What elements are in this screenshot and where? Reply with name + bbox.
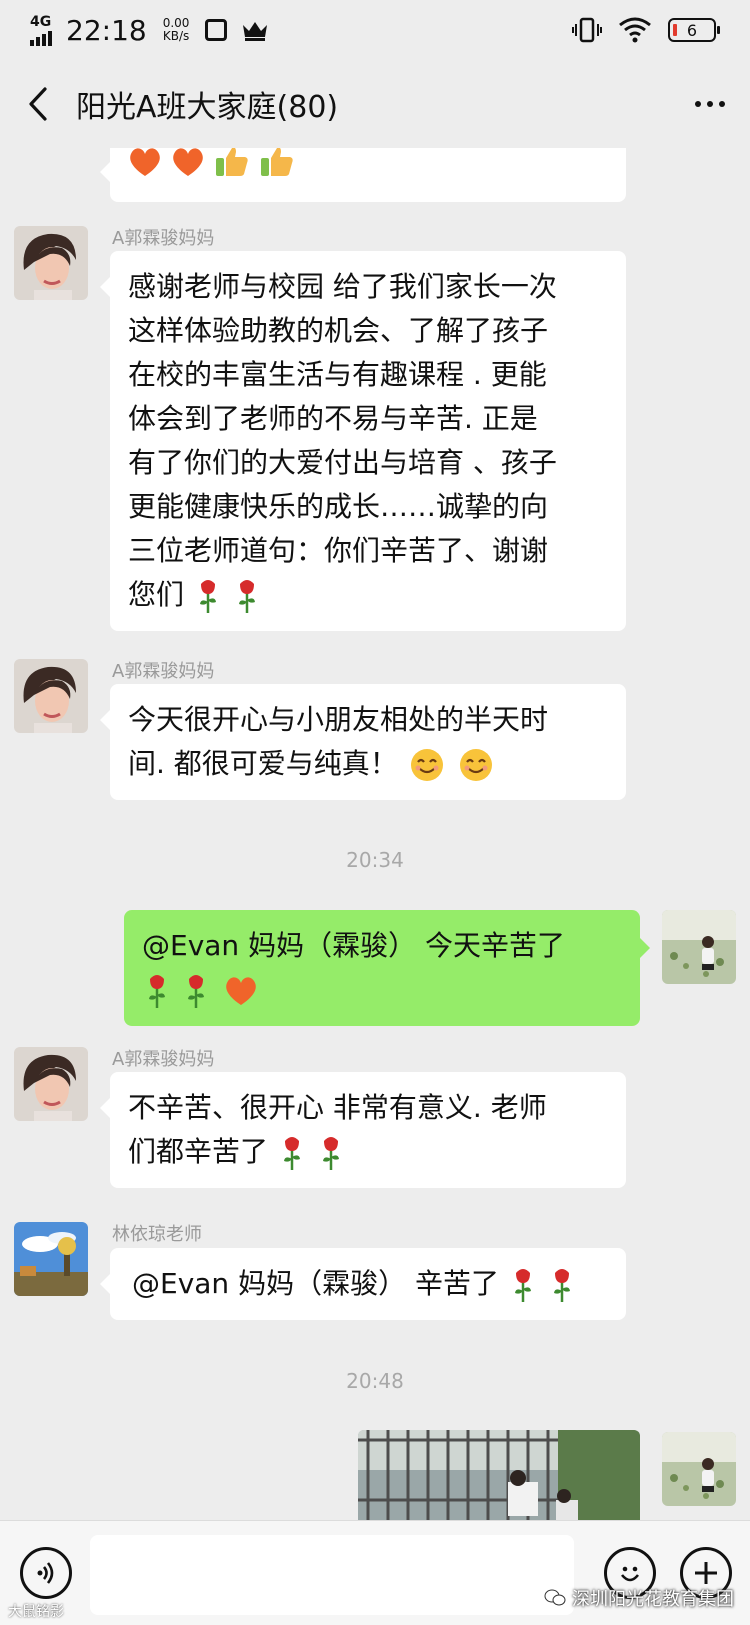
avatar-self[interactable]	[662, 1432, 736, 1506]
plus-icon	[695, 1562, 717, 1584]
avatar[interactable]	[14, 226, 88, 300]
network-type: 4G	[30, 13, 52, 30]
vibrate-icon	[572, 17, 602, 43]
message-bubble[interactable]: 今天很开心与小朋友相处的半天时 间. 都很可爱与纯真！	[100, 684, 626, 800]
rose-icon	[514, 1269, 531, 1302]
rose-icon	[149, 975, 165, 1008]
avatar-image	[14, 226, 88, 300]
chat-header: 阳光A班大家庭(80)	[0, 60, 750, 148]
thumbs-up-icon	[215, 148, 248, 176]
message-bubble[interactable]: 不辛苦、很开心 非常有意义. 老师 们都辛苦了	[100, 1072, 626, 1188]
photo-image	[358, 1430, 640, 1520]
back-button[interactable]	[0, 60, 76, 148]
avatar[interactable]	[14, 1222, 88, 1296]
timestamp: 20:48	[346, 1369, 404, 1393]
voice-icon	[37, 1562, 54, 1584]
more-button[interactable]	[670, 60, 750, 148]
message-input[interactable]	[90, 1535, 574, 1615]
notification-icon	[205, 19, 228, 41]
avatar-image	[14, 659, 88, 733]
crown-icon	[243, 22, 268, 41]
heart-icon	[130, 148, 160, 176]
battery-icon: 6	[668, 18, 720, 42]
rose-icon	[238, 580, 255, 613]
wechat-logo-icon	[544, 1589, 566, 1606]
status-time: 22:18	[66, 13, 147, 47]
avatar-image	[14, 1222, 88, 1296]
avatar[interactable]	[14, 1047, 88, 1121]
message-bubble-outgoing[interactable]: @Evan 妈妈（霖骏） 今天辛苦了	[124, 910, 650, 1026]
input-bar: 深圳阳光花教育集团 大鼠铭影	[0, 1520, 750, 1625]
smile-emoji-icon	[410, 749, 443, 781]
sender-name: A郭霖骏妈妈	[112, 1049, 215, 1070]
rose-icon	[199, 580, 216, 613]
smile-emoji-icon	[459, 749, 492, 781]
sender-name: A郭霖骏妈妈	[112, 228, 215, 249]
sender-name: A郭霖骏妈妈	[112, 661, 215, 682]
message-bubble[interactable]: 感谢老师与校园 给了我们家长一次 这样体验助教的机会、了解了孩子 在校的丰富生活…	[100, 251, 626, 631]
message-list[interactable]: A郭霖骏妈妈 感谢老师与校园 给了我们家长一次 这样体验助教的机会、了解了孩子 …	[0, 148, 750, 1520]
message-bubble[interactable]: @Evan 妈妈（霖骏） 辛苦了	[100, 1248, 626, 1320]
rose-icon	[322, 1137, 339, 1170]
watermark: 深圳阳光花教育集团	[544, 1585, 734, 1611]
avatar-image	[14, 1047, 88, 1121]
status-bar: 4G 22:18 0.00 KB/s 6	[0, 0, 750, 60]
timestamp: 20:34	[346, 848, 404, 872]
avatar[interactable]	[14, 659, 88, 733]
sender-name: 林依琼老师	[112, 1224, 202, 1245]
more-dot-icon	[707, 101, 713, 107]
heart-icon	[226, 977, 256, 1005]
photo-message[interactable]	[358, 1430, 640, 1520]
signal-icon: 4G	[30, 15, 52, 46]
rose-icon	[283, 1137, 300, 1170]
corner-watermark: 大鼠铭影	[8, 1604, 64, 1620]
more-dot-icon	[695, 101, 701, 107]
chat-screen: 4G 22:18 0.00 KB/s 6 阳光A班大家庭(80) A郭霖骏妈妈 …	[0, 0, 750, 1625]
heart-icon	[173, 148, 203, 176]
avatar-self[interactable]	[662, 910, 736, 984]
battery-level: 6	[686, 20, 698, 40]
more-dot-icon	[719, 101, 725, 107]
emoji-hearts-thumbs	[128, 148, 295, 191]
network-speed: 0.00 KB/s	[162, 16, 190, 43]
wifi-icon	[619, 17, 651, 43]
avatar-image	[662, 1432, 736, 1506]
rose-icon	[553, 1269, 570, 1302]
chat-title: 阳光A班大家庭(80)	[76, 90, 339, 125]
thumbs-up-icon	[260, 148, 293, 176]
avatar-image	[662, 910, 736, 984]
rose-icon	[187, 975, 204, 1008]
watermark-text: 深圳阳光花教育集团	[572, 1589, 734, 1610]
chevron-left-icon	[29, 87, 47, 121]
voice-button[interactable]	[20, 1547, 72, 1599]
message-bubble[interactable]	[100, 148, 626, 202]
